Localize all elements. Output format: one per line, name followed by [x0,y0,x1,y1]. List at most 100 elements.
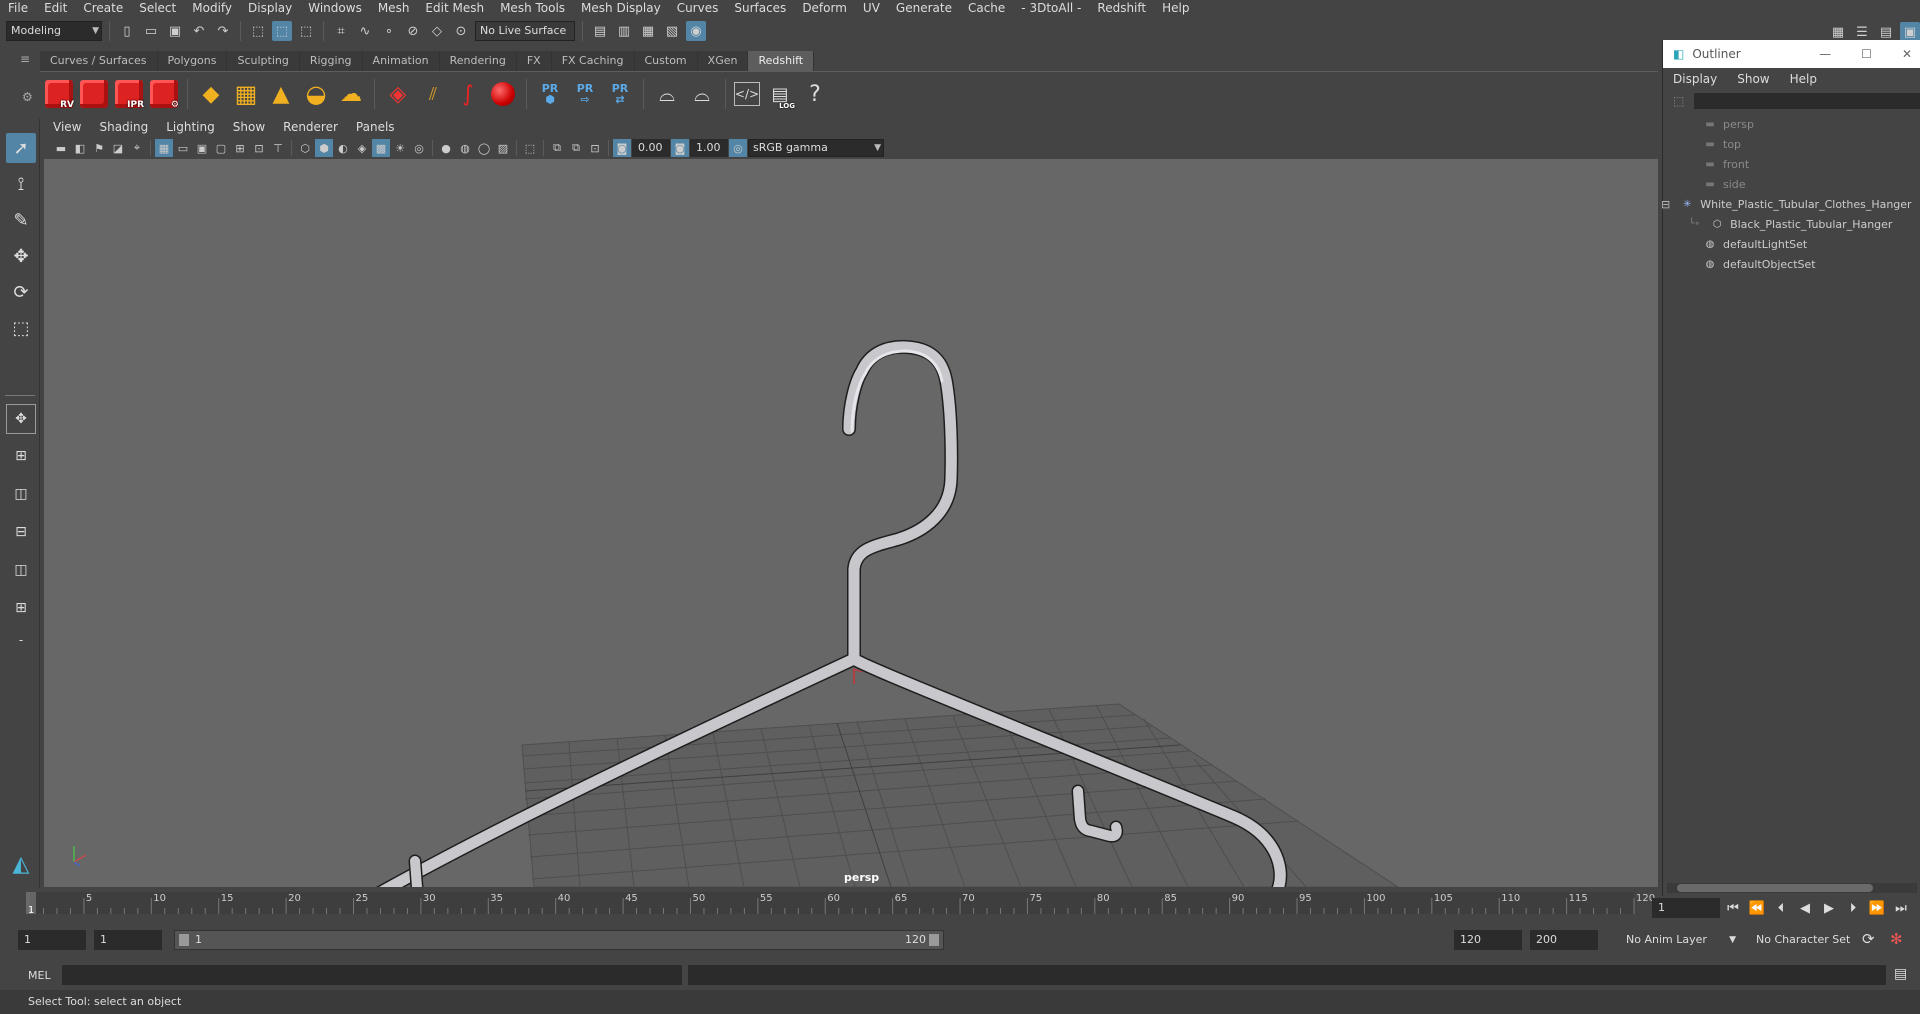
wireframe-icon[interactable]: ⬡ [296,139,314,157]
sun-sky-icon[interactable]: ☁ [336,78,366,110]
menu-item-edit[interactable]: Edit [36,0,75,17]
xray-active-icon[interactable]: ⧉ [567,139,585,157]
outliner-item[interactable]: ▬ persp [1663,114,1920,134]
render-view-icon[interactable]: ▧ [662,21,682,41]
menu-item-deform[interactable]: Deform [794,0,855,17]
playback-end-field[interactable]: 120 [1454,930,1522,950]
menu-item-select[interactable]: Select [131,0,184,17]
redshift-ipr-icon[interactable]: IPR [114,78,144,110]
smooth-shade-icon[interactable]: ⬢ [315,139,333,157]
menu-item-file[interactable]: File [0,0,36,17]
isolate-select-icon[interactable]: ▨ [494,139,512,157]
viewport-menu-shading[interactable]: Shading [90,120,157,134]
perspective-viewport[interactable]: persp [44,159,1658,887]
undo-icon[interactable]: ↶ [189,21,209,41]
persp-hypershade-icon[interactable]: ◫ [6,555,36,585]
select-component-icon[interactable]: ⬚ [296,21,316,41]
shelf-tab-fx[interactable]: FX [516,51,552,71]
shelf-tab-rigging[interactable]: Rigging [299,51,363,71]
animation-prefs-icon[interactable]: ✻ [1890,930,1903,948]
outliner-item[interactable]: ◍ defaultLightSet [1663,234,1920,254]
viewport-menu-renderer[interactable]: Renderer [274,120,347,134]
film-gate-icon[interactable]: ▭ [174,139,192,157]
start-time-field[interactable]: 1 [18,930,86,950]
outliner-item[interactable]: ▬ front [1663,154,1920,174]
bake-set-icon[interactable]: ⌓ [687,78,717,110]
outliner-item[interactable]: ▬ top [1663,134,1920,154]
menu-item-windows[interactable]: Windows [300,0,370,17]
resolution-gate-icon[interactable]: ▣ [193,139,211,157]
persp-outliner-icon[interactable]: ◫ [6,479,36,509]
go-to-end-icon[interactable]: ⏭ [1890,901,1912,916]
lights-icon[interactable]: ▩ [372,139,390,157]
minimize-icon[interactable]: — [1819,47,1831,61]
outliner-scrollbar[interactable] [1667,883,1917,893]
gamma-field[interactable]: 1.00 [690,139,728,157]
current-frame-field[interactable]: 1 [1652,898,1720,918]
bake-icon[interactable]: ⌓ [652,78,682,110]
shelf-menu-icon[interactable]: ≡ [20,52,30,66]
menu-item-3dtoall[interactable]: - 3DtoAll - [1013,0,1089,17]
four-view-icon[interactable]: ⊞ [6,441,36,471]
lasso-tool-icon[interactable]: ⟟ [6,169,36,199]
proxy-icon[interactable]: ◈ [383,78,413,110]
snap-point-icon[interactable]: ∘ [379,21,399,41]
volume-icon[interactable]: ⫽ [418,78,448,110]
shelf-tab-curves-surfaces[interactable]: Curves / Surfaces [40,51,158,71]
log-icon[interactable]: ▤ LOG [765,78,795,111]
shelf-tab-rendering[interactable]: Rendering [439,51,517,71]
select-camera-icon[interactable]: ▬ [52,139,70,157]
outliner-item[interactable]: ◍ defaultObjectSet [1663,254,1920,274]
exposure-field[interactable]: 0.00 [632,139,670,157]
filter-icon[interactable]: ⬚ [1673,94,1684,108]
menu-item-cache[interactable]: Cache [960,0,1013,17]
menu-item-mesh[interactable]: Mesh [370,0,418,17]
snap-grid-icon[interactable]: ⌗ [331,21,351,41]
render-frame-icon[interactable]: ▥ [614,21,634,41]
motion-blur-icon[interactable]: ● [437,139,455,157]
menu-item-help[interactable]: Help [1154,0,1197,17]
pr-import-icon[interactable]: PR ⇨ [570,78,600,110]
shelf-settings-icon[interactable]: ⚙ [22,90,33,104]
menu-item-surfaces[interactable]: Surfaces [726,0,794,17]
attribute-editor-icon[interactable]: ▤ [1876,22,1896,42]
shelf-tab-animation[interactable]: Animation [362,51,440,71]
step-forward-key-icon[interactable]: ⏩ [1866,901,1888,916]
anim-layer-dropdown[interactable]: No Anim Layer ▼ [1610,930,1740,950]
auto-key-icon[interactable]: ⟳ [1862,930,1875,948]
pr-sync-icon[interactable]: PR ⇄ [605,78,635,110]
paint-select-tool-icon[interactable]: ✎ [6,205,36,235]
anti-aliasing-icon[interactable]: ◍ [456,139,474,157]
script-language-label[interactable]: MEL [28,969,51,982]
redshift-settings-icon[interactable]: ⚙ [149,78,179,110]
xray-joints-icon[interactable]: ⧉ [548,139,566,157]
time-slider[interactable]: 5 10 15 20 25 30 35 40 45 50 55 60 65 70 75 80 85 90 95 100… [20,888,1660,918]
safe-title-icon[interactable]: ⊤ [269,139,287,157]
outliner-item[interactable]: ⊟ ✳ White_Plastic_Tubular_Clothes_Hanger [1661,194,1920,214]
play-forward-icon[interactable]: ▶ [1818,901,1840,916]
tool-settings-icon[interactable]: ▣ [1900,22,1920,42]
collapse-icon[interactable]: - [6,625,36,655]
field-chart-icon[interactable]: ⊞ [231,139,249,157]
step-back-key-icon[interactable]: ⏪ [1746,901,1768,916]
snap-surface-icon[interactable]: ◇ [427,21,447,41]
menu-item-redshift[interactable]: Redshift [1089,0,1154,17]
playback-start-field[interactable]: 1 [94,930,162,950]
outliner-search-input[interactable] [1694,93,1920,109]
end-time-field[interactable]: 200 [1530,930,1598,950]
safe-action-icon[interactable]: ⊡ [250,139,268,157]
spot-light-icon[interactable]: ▲ [266,78,296,110]
camera-attributes-icon[interactable]: ◧ [71,139,89,157]
save-scene-icon[interactable]: ▣ [165,21,185,41]
ambient-occlusion-icon[interactable]: ◎ [410,139,428,157]
image-plane-icon[interactable]: ◪ [109,139,127,157]
character-set-dropdown[interactable]: No Character Set [1746,930,1866,950]
menu-item-edit-mesh[interactable]: Edit Mesh [417,0,492,17]
move-tool-icon[interactable]: ✥ [6,241,36,271]
open-scene-icon[interactable]: ▭ [141,21,161,41]
viewport-menu-view[interactable]: View [44,120,90,134]
hypershade-icon[interactable]: ◉ [686,21,706,41]
persp-graph-icon[interactable]: ⊟ [6,517,36,547]
select-tool-icon[interactable]: ➚ [6,133,36,163]
redo-icon[interactable]: ↷ [213,21,233,41]
